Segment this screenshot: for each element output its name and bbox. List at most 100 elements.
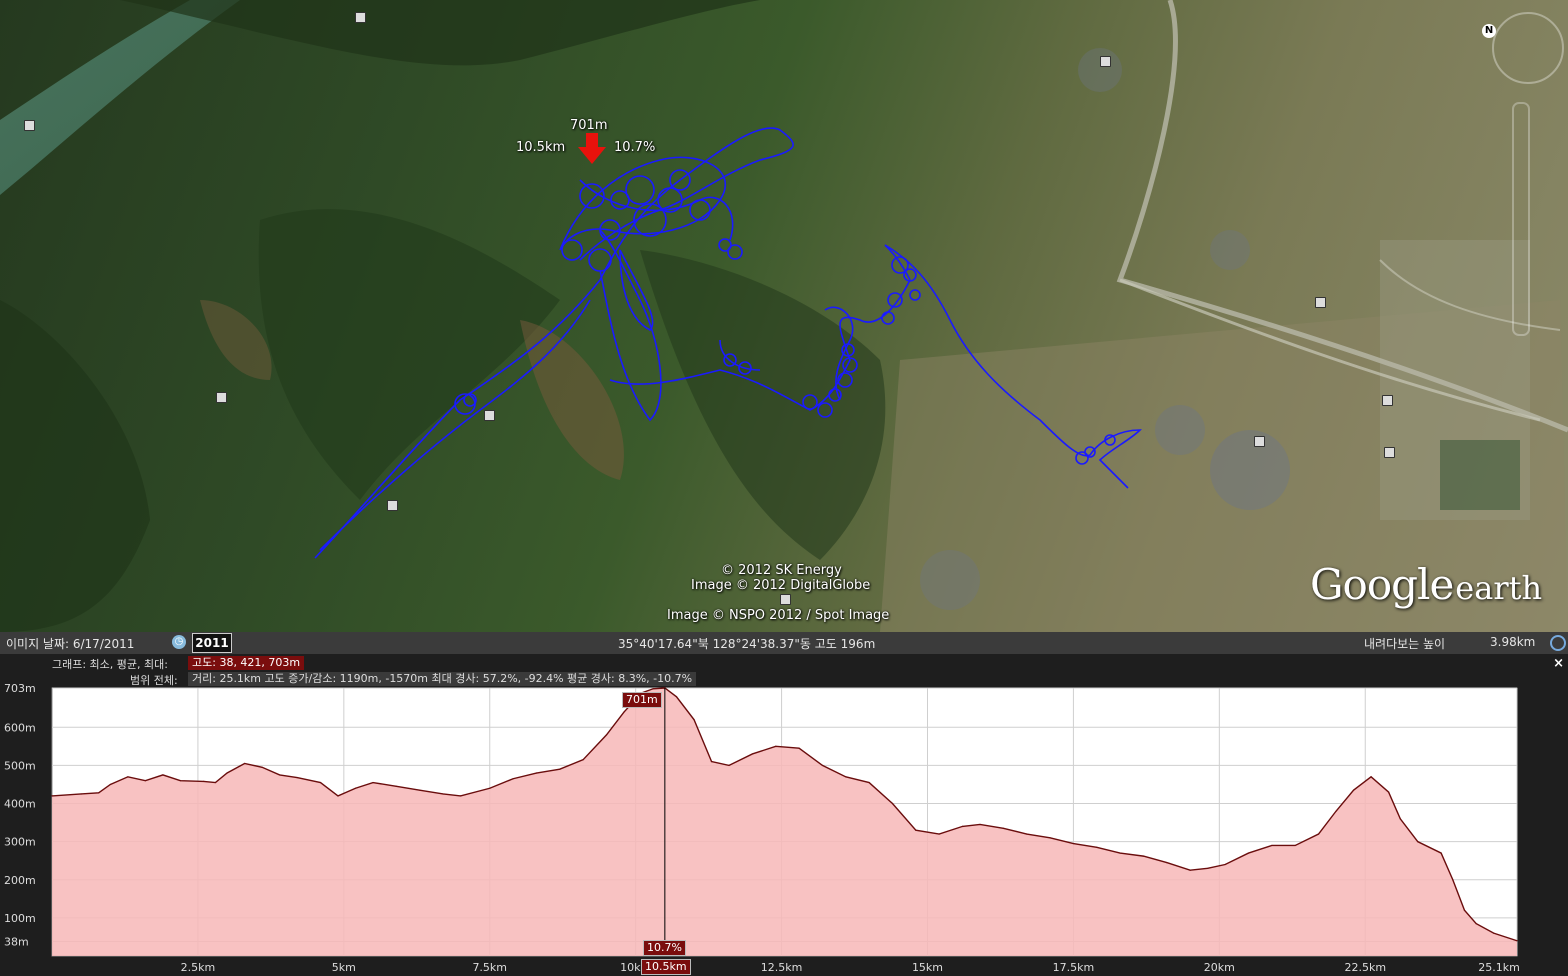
y-tick-label: 500m [4,759,36,772]
elevation-point [693,719,695,721]
elevation-point [214,781,217,784]
y-tick-label: 600m [4,721,36,734]
elevation-point [319,781,322,784]
y-tick-label: 703m [4,682,36,695]
school-icon[interactable] [1382,395,1393,406]
elevation-point [938,833,940,835]
elevation-point [605,734,608,736]
eye-altitude-value: 3.98km [1490,635,1536,649]
landmark-icon[interactable] [1254,436,1265,447]
elevation-point [1189,869,1191,871]
y-tick-label: 300m [4,836,36,849]
navigation-controls[interactable]: N [1482,12,1564,342]
status-bar: 이미지 날짜: 6/17/2011 ◷ 2011 35°40'17.64"북 1… [0,632,1568,654]
place-icon[interactable] [484,410,495,421]
elevation-profile-panel[interactable]: 703m 600m 500m 400m 300m 200m 100m 38m 2.5km 5km 7… [0,654,1568,976]
elevation-point [395,785,397,787]
cursor-distance-tag: 10.5km [641,959,691,975]
landmark-icon[interactable] [355,12,366,23]
elevation-point [1335,810,1337,812]
elevation-chart[interactable]: 703m 600m 500m 400m 300m 200m 100m 38m 2.5km 5km 7… [0,654,1568,976]
elevation-point [582,759,584,761]
elevation-point [1475,922,1477,925]
elevation-point [1271,844,1273,847]
landmark-icon[interactable] [1100,56,1111,67]
elevation-point [1166,862,1168,864]
zoom-slider[interactable] [1512,102,1530,336]
close-icon[interactable]: × [1553,656,1564,671]
place-icon[interactable] [24,120,35,131]
elevation-point [226,772,228,774]
elevation-point [821,764,824,766]
place-icon[interactable] [387,500,398,511]
elevation-point [1096,846,1098,848]
elevation-point [203,780,205,782]
elevation-point [51,795,53,797]
elevation-point [675,696,678,698]
historical-imagery-icon[interactable]: ◷ [172,635,186,649]
eye-altitude-label: 내려다보는 높이 [1364,637,1446,651]
elevation-point [535,772,538,774]
elevation-point [1072,842,1075,845]
elevation-point [1002,827,1004,829]
elevation-point [961,825,964,827]
logo-google-text: Google [1310,560,1454,609]
x-tick-label: 17.5km [1053,961,1095,974]
range-summary-values: 거리: 25.1km 고도 증가/감소: 1190m, -1570m 최대 경사… [188,672,697,686]
elevation-point [868,781,870,784]
elevation-point [710,760,713,763]
x-tick-label: 22.5km [1344,961,1386,974]
elevation-point [1463,909,1466,911]
elevation-point [775,745,777,747]
place-icon[interactable] [216,392,227,403]
x-tick-label: 5km [332,961,356,974]
streaming-icon [1550,635,1566,651]
x-tick-label: 12.5km [761,961,803,974]
elevation-point [279,774,281,776]
graph-summary-values: 고도: 38, 421, 703m [188,656,305,670]
coordinates-readout: 35°40'17.64"북 128°24'38.37"동 고도 196m [618,637,876,651]
position-marker [578,133,606,164]
elevation-point [751,753,753,755]
imagery-date: 이미지 날짜: 6/17/2011 [6,637,135,651]
marker-grade-label: 10.7% [614,140,656,155]
logo-earth-text: earth [1455,569,1543,607]
elevation-point [337,795,339,797]
elevation-point [98,792,100,794]
x-tick-label: 2.5km [181,961,216,974]
elevation-point [1440,852,1442,854]
school-icon[interactable] [1384,447,1395,458]
elevation-point [1119,852,1121,854]
elevation-point [1026,833,1028,835]
elevation-point [1294,844,1296,847]
elevation-point [915,829,917,831]
elevation-point [1207,867,1209,869]
elevation-point [419,789,421,791]
x-tick-label: 25.1km [1478,961,1520,974]
y-tick-label: 38m [4,936,29,949]
school-icon[interactable] [1315,297,1326,308]
elevation-point [512,778,514,780]
attribution-line-1: © 2012 SK Energy [721,563,842,578]
look-ring[interactable] [1492,12,1564,84]
google-earth-logo: Googleearth [1310,560,1542,609]
elevation-point [1370,776,1372,778]
elevation-point [1317,833,1320,835]
attribution-line-3: Image © NSPO 2012 / Spot Image [667,608,890,623]
elevation-point [109,783,111,786]
map-view[interactable]: 701m 10.5km 10.7% © 2012 SK Energy Image… [0,0,1568,632]
marker-elevation-label: 701m [570,118,608,133]
elevation-point [459,795,462,797]
elevation-point [127,776,129,778]
elevation-point [1247,852,1250,854]
year-button[interactable]: 2011 [192,633,232,653]
elevation-point [244,762,246,765]
north-icon[interactable]: N [1482,24,1496,38]
y-tick-label: 400m [4,798,36,811]
elevation-point [354,787,357,789]
elevation-point [144,780,146,782]
graph-summary-label: 그래프: 최소, 평균, 최대: [52,658,168,671]
landmark-icon[interactable] [780,594,791,605]
x-tick-label: 15km [912,961,943,974]
elevation-point [489,787,491,789]
